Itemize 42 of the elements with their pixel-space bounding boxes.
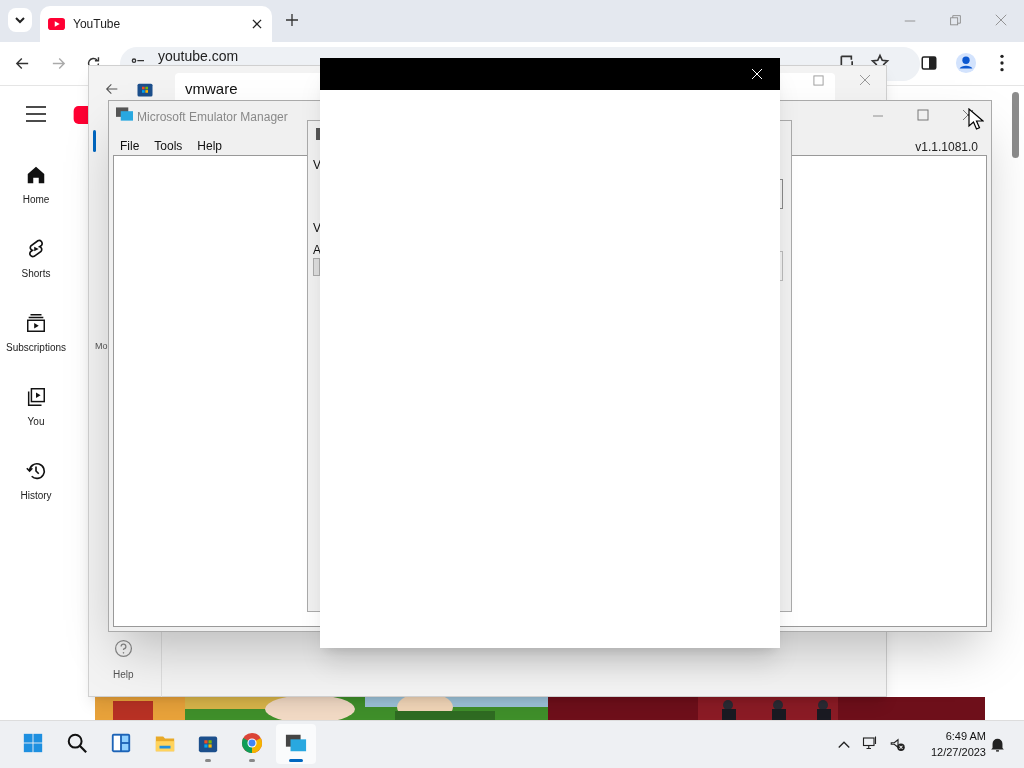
nav-indicator — [93, 130, 96, 152]
emulator-icon — [285, 732, 307, 754]
start-icon — [22, 732, 44, 754]
mouse-cursor-icon — [968, 108, 984, 130]
clock-date[interactable]: 12/27/2023 — [930, 744, 986, 760]
close-icon[interactable] — [962, 109, 974, 121]
video-logo-icon — [48, 18, 65, 30]
chrome-icon — [241, 732, 263, 754]
sidebar-item-label[interactable]: Shorts — [21, 266, 51, 281]
scrollbar-thumb[interactable] — [1012, 92, 1019, 158]
notification-bell-icon[interactable] — [989, 736, 1006, 753]
sidebar-item-label[interactable]: Home — [22, 192, 50, 207]
taskbar-app-button[interactable] — [276, 724, 316, 764]
version-label: v1.1.1081.0 — [914, 139, 978, 156]
new-tab-icon[interactable] — [284, 12, 300, 28]
emulator-app-icon — [116, 107, 133, 122]
dialog-app-icon — [316, 128, 320, 140]
menu-item[interactable]: File — [113, 137, 147, 155]
menu-item[interactable]: Help — [190, 137, 230, 155]
sidebar-item-label[interactable]: You — [27, 414, 45, 429]
clock-time[interactable]: 6:49 AM — [945, 728, 986, 744]
sidebar-item-label[interactable]: Subscriptions — [6, 340, 66, 355]
history-icon[interactable] — [25, 460, 47, 482]
back-arrow-icon[interactable] — [14, 55, 31, 72]
subscriptions-icon[interactable] — [25, 312, 47, 334]
search-icon — [66, 732, 88, 754]
maximize-icon[interactable] — [917, 109, 929, 121]
volume-muted-icon[interactable] — [889, 736, 907, 754]
dialog-field[interactable] — [313, 258, 320, 276]
help-label[interactable]: Help — [113, 667, 134, 682]
menu-icon[interactable] — [26, 106, 46, 122]
side-panel-icon[interactable] — [920, 54, 938, 72]
close-icon[interactable] — [250, 17, 264, 31]
menu-item[interactable]: Tools — [147, 137, 190, 155]
profile-avatar-icon[interactable] — [955, 52, 977, 74]
home-icon[interactable] — [25, 164, 47, 186]
help-icon[interactable] — [114, 639, 133, 658]
nav-item-label[interactable]: Mo — [95, 340, 108, 354]
window-title: Microsoft Emulator Manager — [137, 109, 288, 126]
browser-tab[interactable]: YouTube — [40, 6, 272, 42]
you-icon[interactable] — [25, 386, 47, 408]
sidebar-item-label[interactable]: History — [20, 488, 52, 503]
